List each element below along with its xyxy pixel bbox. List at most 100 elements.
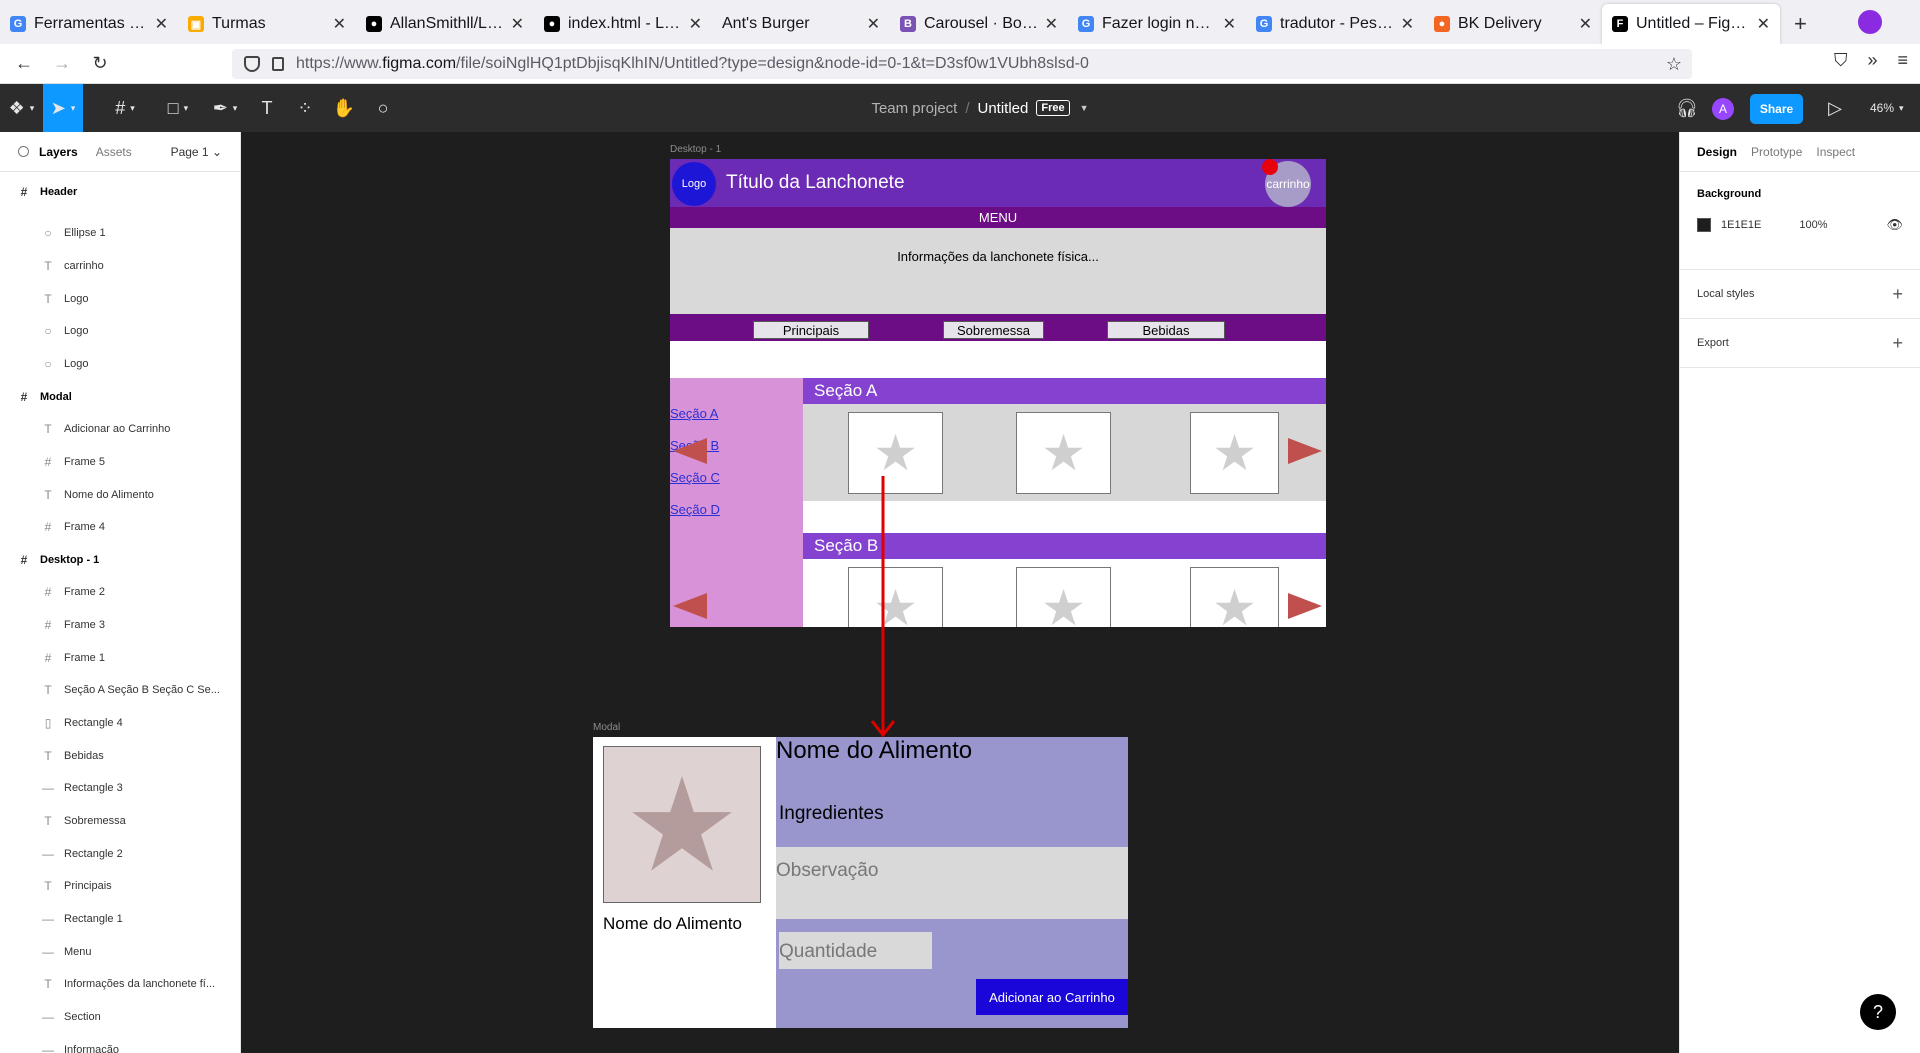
address-bar[interactable]: https://www.figma.com/file/soiNglHQ1ptDb… [232, 49, 1692, 79]
close-tab-icon[interactable]: ✕ [1401, 14, 1414, 34]
info-section[interactable]: Informações da lanchonete física... [670, 228, 1326, 314]
extensions-overflow-icon[interactable]: » [1867, 50, 1877, 71]
layer-row[interactable]: — Rectangle 3 [0, 772, 240, 804]
desktop-frame-label[interactable]: Desktop - 1 [670, 144, 721, 155]
url-text[interactable]: https://www.figma.com/file/soiNglHQ1ptDb… [296, 55, 1666, 73]
close-tab-icon[interactable]: ✕ [689, 14, 702, 34]
private-browsing-icon[interactable] [1858, 10, 1882, 34]
section-b-header[interactable]: Seção B [803, 533, 1326, 559]
pocket-icon[interactable]: ⛉ [1834, 50, 1848, 71]
layer-row[interactable]: # Frame 3 [0, 609, 240, 641]
carousel-next-arrow-icon[interactable] [1288, 593, 1322, 619]
present-play-icon[interactable]: ▷ [1820, 84, 1850, 132]
browser-tab[interactable]: F Untitled – Figma ✕ [1602, 4, 1780, 44]
browser-tab[interactable]: Ant's Burger ✕ [712, 4, 890, 44]
tab-prototype[interactable]: Prototype [1751, 145, 1802, 159]
food-image-star-icon[interactable]: ★ [603, 746, 761, 903]
layer-row[interactable]: ○ Ellipse 1 [0, 217, 240, 249]
layer-row[interactable]: T Nome do Alimento [0, 479, 240, 511]
layer-row[interactable]: — Rectangle 1 [0, 903, 240, 935]
background-hex[interactable]: 1E1E1E [1721, 219, 1761, 231]
site-title[interactable]: Título da Lanchonete [726, 172, 905, 194]
product-card-star-icon[interactable]: ★ [848, 567, 943, 627]
carousel-next-arrow-icon[interactable] [1288, 438, 1322, 464]
section-link-a[interactable]: Seção A [670, 406, 718, 421]
section-a-header[interactable]: Seção A [803, 378, 1326, 404]
layer-row[interactable]: — Section [0, 1001, 240, 1033]
zoom-dropdown[interactable]: 46% ▾ [1870, 84, 1904, 132]
close-tab-icon[interactable]: ✕ [1223, 14, 1236, 34]
background-color-swatch[interactable] [1697, 218, 1711, 232]
tab-design[interactable]: Design [1697, 145, 1737, 159]
add-export-plus-icon[interactable]: + [1892, 333, 1903, 354]
close-tab-icon[interactable]: ✕ [1579, 14, 1592, 34]
food-name-title[interactable]: Nome do Alimento [776, 737, 972, 765]
audio-headphones-icon[interactable]: 🎧︎ [1672, 84, 1702, 132]
layer-row[interactable]: # Desktop - 1 [0, 544, 240, 576]
section-link-c[interactable]: Seção C [670, 470, 720, 485]
browser-tab[interactable]: ● AllanSmithll/Lanc ✕ [356, 4, 534, 44]
browser-tab[interactable]: ▣ Turmas ✕ [178, 4, 356, 44]
back-arrow-icon[interactable]: ← [10, 50, 38, 78]
desktop-frame[interactable]: Logo Título da Lanchonete carrinho MENU … [670, 159, 1326, 627]
product-card-star-icon[interactable]: ★ [1016, 567, 1111, 627]
new-tab-plus-icon[interactable]: + [1780, 4, 1821, 44]
menu-icon[interactable]: ≡ [1897, 50, 1908, 71]
layer-row[interactable]: T Informações da lanchonete fí... [0, 968, 240, 1000]
browser-tab[interactable]: ● BK Delivery ✕ [1424, 4, 1602, 44]
close-tab-icon[interactable]: ✕ [1045, 14, 1058, 34]
layer-row[interactable]: # Header [0, 176, 240, 208]
layer-row[interactable]: # Frame 5 [0, 446, 240, 478]
close-tab-icon[interactable]: ✕ [155, 14, 168, 34]
modal-frame-label[interactable]: Modal [593, 722, 620, 733]
shield-icon[interactable] [244, 56, 260, 72]
design-canvas[interactable]: Desktop - 1 Logo Título da Lanchonete ca… [241, 132, 1679, 1053]
product-card-star-icon[interactable]: ★ [1190, 567, 1279, 627]
tab-inspect[interactable]: Inspect [1816, 145, 1855, 159]
plan-badge[interactable]: Free [1036, 100, 1070, 116]
close-tab-icon[interactable]: ✕ [867, 14, 880, 34]
product-card-star-icon[interactable]: ★ [1190, 412, 1279, 494]
layer-row[interactable]: — Rectangle 2 [0, 838, 240, 870]
tab-assets[interactable]: Assets [96, 145, 132, 159]
layer-row[interactable]: # Frame 4 [0, 511, 240, 543]
menu-bar[interactable]: MENU [670, 207, 1326, 228]
add-to-cart-button[interactable]: Adicionar ao Carrinho [976, 979, 1128, 1015]
ingredients-label[interactable]: Ingredientes [779, 803, 884, 825]
reload-icon[interactable]: ↻ [86, 50, 114, 78]
forward-arrow-icon[interactable]: → [48, 50, 76, 78]
search-icon[interactable] [18, 146, 29, 157]
product-card-star-icon[interactable]: ★ [1016, 412, 1111, 494]
observation-field[interactable]: Observação [776, 847, 1128, 919]
bookmark-star-icon[interactable]: ☆ [1666, 54, 1682, 75]
modal-frame[interactable]: ★ Nome do Alimento Nome do Alimento Ingr… [593, 737, 1128, 1028]
product-card-star-icon[interactable]: ★ [848, 412, 943, 494]
eye-visibility-icon[interactable]: 👁︎ [1886, 217, 1903, 233]
section-link-d[interactable]: Seção D [670, 502, 720, 517]
page-selector[interactable]: Page 1 ⌄ [171, 145, 222, 159]
team-name[interactable]: Team project [871, 100, 957, 117]
layer-row[interactable]: T Bebidas [0, 740, 240, 772]
layer-row[interactable]: T Sobremessa [0, 805, 240, 837]
category-principais[interactable]: Principais [753, 321, 869, 339]
browser-tab[interactable]: ● index.html - Lanc ✕ [534, 4, 712, 44]
layer-row[interactable]: # Modal [0, 381, 240, 413]
browser-tab[interactable]: B Carousel · Bootstr ✕ [890, 4, 1068, 44]
food-name-caption[interactable]: Nome do Alimento [603, 914, 742, 934]
layer-row[interactable]: ○ Logo [0, 348, 240, 380]
help-button[interactable]: ? [1860, 994, 1896, 1030]
layer-row[interactable]: ▯ Rectangle 4 [0, 707, 240, 739]
layer-row[interactable]: T Principais [0, 870, 240, 902]
layer-row[interactable]: Tcarrinho [0, 250, 240, 282]
layer-row[interactable]: # Frame 1 [0, 642, 240, 674]
close-tab-icon[interactable]: ✕ [333, 14, 346, 34]
category-sobremessa[interactable]: Sobremessa [943, 321, 1044, 339]
layer-row[interactable]: T Adicionar ao Carrinho [0, 413, 240, 445]
layer-row[interactable]: — Informação [0, 1034, 240, 1053]
background-opacity[interactable]: 100% [1799, 219, 1827, 231]
layer-row[interactable]: T Seção A Seção B Seção C Se... [0, 674, 240, 706]
layer-row[interactable]: — Menu [0, 936, 240, 968]
close-tab-icon[interactable]: ✕ [1757, 14, 1770, 34]
carousel-prev-arrow-icon[interactable] [673, 593, 707, 619]
close-tab-icon[interactable]: ✕ [511, 14, 524, 34]
